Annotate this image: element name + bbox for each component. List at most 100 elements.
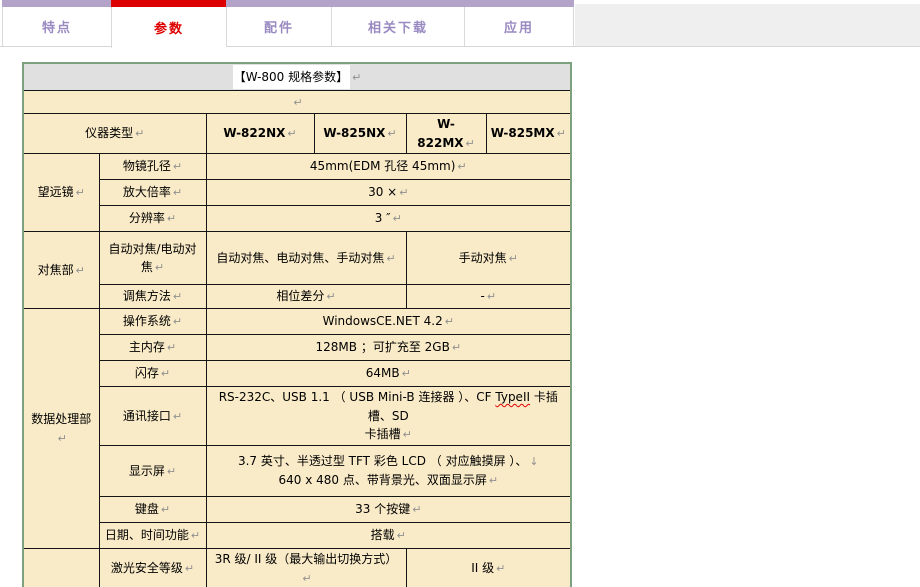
section-label-edm bbox=[23, 548, 99, 587]
model-name-1: W-822NX↵ bbox=[206, 114, 314, 154]
section-label-telescope: 望远镜↵ bbox=[23, 154, 99, 232]
return-mark: ↵ bbox=[445, 315, 454, 328]
return-mark: ↵ bbox=[135, 127, 144, 140]
spec-row-value-right: II 级↵ bbox=[406, 548, 571, 587]
spec-row-value: 搭载↵ bbox=[206, 522, 571, 548]
spec-row-value-right: -↵ bbox=[406, 285, 571, 309]
spec-row-value-right: 手动对焦↵ bbox=[406, 232, 571, 285]
tab-label: 特点 bbox=[42, 17, 72, 36]
spec-row-value-left: 3R 级/ II 级（最大输出切换方式）↵ bbox=[206, 548, 406, 587]
return-mark: ↵ bbox=[173, 410, 182, 423]
spec-row-value: 3.7 英寸、半透过型 TFT 彩色 LCD （ 对应触摸屏 ）、↓640 x … bbox=[206, 445, 571, 496]
return-mark: ↵ bbox=[76, 264, 85, 277]
return-mark: ↵ bbox=[557, 127, 566, 140]
return-mark: ↵ bbox=[302, 572, 311, 585]
spec-row-label: 键盘↵ bbox=[99, 496, 206, 522]
return-mark: ↵ bbox=[387, 127, 396, 140]
tab-top-bar-active bbox=[111, 0, 226, 7]
tab-top-bar bbox=[226, 0, 331, 7]
return-mark: ↵ bbox=[452, 341, 461, 354]
model-name-4: W-825MX↵ bbox=[486, 114, 571, 154]
tab-accessories[interactable]: 配件 bbox=[226, 0, 331, 48]
return-mark: ↵ bbox=[496, 562, 505, 575]
spec-row-value: 45mm(EDM 孔径 45mm)↵ bbox=[206, 154, 571, 180]
table-title: 【W-800 规格参数】 bbox=[233, 65, 350, 89]
spec-row-value: WindowsCE.NET 4.2↵ bbox=[206, 309, 571, 335]
return-mark: ↵ bbox=[155, 261, 164, 274]
spec-row-label: 调焦方法↵ bbox=[99, 285, 206, 309]
return-mark: ↵ bbox=[412, 503, 421, 516]
spec-row-value: 128MB ；可扩充至 2GB↵ bbox=[206, 335, 571, 361]
return-mark: ↵ bbox=[167, 212, 176, 225]
spec-row-value: 33 个按键↵ bbox=[206, 496, 571, 522]
return-mark: ↵ bbox=[191, 529, 200, 542]
spec-row-label: 物镜孔径↵ bbox=[99, 154, 206, 180]
tab-bar-filler bbox=[575, 4, 920, 46]
return-mark: ↵ bbox=[487, 290, 496, 303]
section-label-data-processing: 数据处理部↵ bbox=[23, 309, 99, 549]
return-mark: ↵ bbox=[386, 252, 395, 265]
return-mark: ↵ bbox=[185, 562, 194, 575]
spec-row-label: 分辨率↵ bbox=[99, 206, 206, 232]
spec-row-label: 操作系统↵ bbox=[99, 309, 206, 335]
spec-row-label: 激光安全等级↵ bbox=[99, 548, 206, 587]
return-mark: ↵ bbox=[402, 367, 411, 380]
return-mark: ↵ bbox=[167, 465, 176, 478]
instrument-type-label: 仪器类型↵ bbox=[23, 114, 206, 154]
tab-label: 应用 bbox=[504, 17, 534, 36]
spec-row-value: 64MB↵ bbox=[206, 361, 571, 387]
section-label-focus: 对焦部↵ bbox=[23, 232, 99, 309]
tab-bar: 特点 参数 配件 相关下载 应用 bbox=[0, 0, 920, 48]
return-mark: ↵ bbox=[399, 186, 408, 199]
tab-features[interactable]: 特点 bbox=[2, 0, 111, 48]
tab-parameters[interactable]: 参数 bbox=[111, 0, 226, 48]
return-mark: ↵ bbox=[76, 186, 85, 199]
spellcheck-wavy-word: TypeII bbox=[495, 390, 530, 404]
spec-table-container: 【W-800 规格参数】↵ ↵ 仪器类型↵ W-822NX↵ W-825NX↵ … bbox=[22, 62, 572, 587]
spec-table: 【W-800 规格参数】↵ ↵ 仪器类型↵ W-822NX↵ W-825NX↵ … bbox=[22, 62, 572, 587]
spec-row-label: 通讯接口↵ bbox=[99, 387, 206, 446]
spec-row-label: 自动对焦/电动对焦↵ bbox=[99, 232, 206, 285]
model-name-2: W-825NX↵ bbox=[314, 114, 406, 154]
tab-top-bar bbox=[2, 0, 111, 7]
return-mark: ↵ bbox=[161, 503, 170, 516]
return-mark: ↵ bbox=[457, 160, 466, 173]
spec-row-label: 日期、时间功能↵ bbox=[99, 522, 206, 548]
return-mark: ↵ bbox=[393, 212, 402, 225]
return-mark: ↵ bbox=[173, 290, 182, 303]
model-name-3: W-822MX↵ bbox=[406, 114, 486, 154]
return-mark: ↵ bbox=[352, 71, 361, 84]
return-mark: ↵ bbox=[293, 96, 302, 109]
linebreak-mark: ↓ bbox=[529, 455, 538, 468]
empty-row-cell: ↵ bbox=[23, 91, 571, 114]
spec-row-value-left: 相位差分↵ bbox=[206, 285, 406, 309]
tab-top-bar bbox=[331, 0, 464, 7]
tab-label: 相关下载 bbox=[368, 17, 428, 36]
return-mark: ↵ bbox=[287, 127, 296, 140]
product-spec-page: 特点 参数 配件 相关下载 应用 bbox=[0, 0, 920, 587]
spec-row-value: 3 ″↵ bbox=[206, 206, 571, 232]
return-mark: ↵ bbox=[489, 474, 498, 487]
spec-row-value: RS-232C、USB 1.1 （ USB Mini-B 连接器 ）、CF Ty… bbox=[206, 387, 571, 446]
tab-downloads[interactable]: 相关下载 bbox=[331, 0, 464, 48]
return-mark: ↵ bbox=[403, 428, 412, 441]
tab-label: 配件 bbox=[264, 17, 294, 36]
tab-applications[interactable]: 应用 bbox=[464, 0, 574, 48]
return-mark: ↵ bbox=[161, 367, 170, 380]
spec-row-label: 闪存↵ bbox=[99, 361, 206, 387]
spec-row-value: 30 ×↵ bbox=[206, 180, 571, 206]
tab-top-bar bbox=[464, 0, 574, 7]
tab-label: 参数 bbox=[154, 18, 184, 37]
tab-strip: 特点 参数 配件 相关下载 应用 bbox=[2, 0, 574, 48]
spec-row-label: 放大倍率↵ bbox=[99, 180, 206, 206]
spec-row-value-left: 自动对焦、电动对焦、手动对焦↵ bbox=[206, 232, 406, 285]
return-mark: ↵ bbox=[58, 432, 67, 445]
table-title-cell: 【W-800 规格参数】↵ bbox=[23, 63, 571, 91]
return-mark: ↵ bbox=[397, 529, 406, 542]
return-mark: ↵ bbox=[509, 252, 518, 265]
return-mark: ↵ bbox=[173, 186, 182, 199]
return-mark: ↵ bbox=[326, 290, 335, 303]
return-mark: ↵ bbox=[167, 341, 176, 354]
return-mark: ↵ bbox=[173, 315, 182, 328]
return-mark: ↵ bbox=[466, 137, 475, 150]
